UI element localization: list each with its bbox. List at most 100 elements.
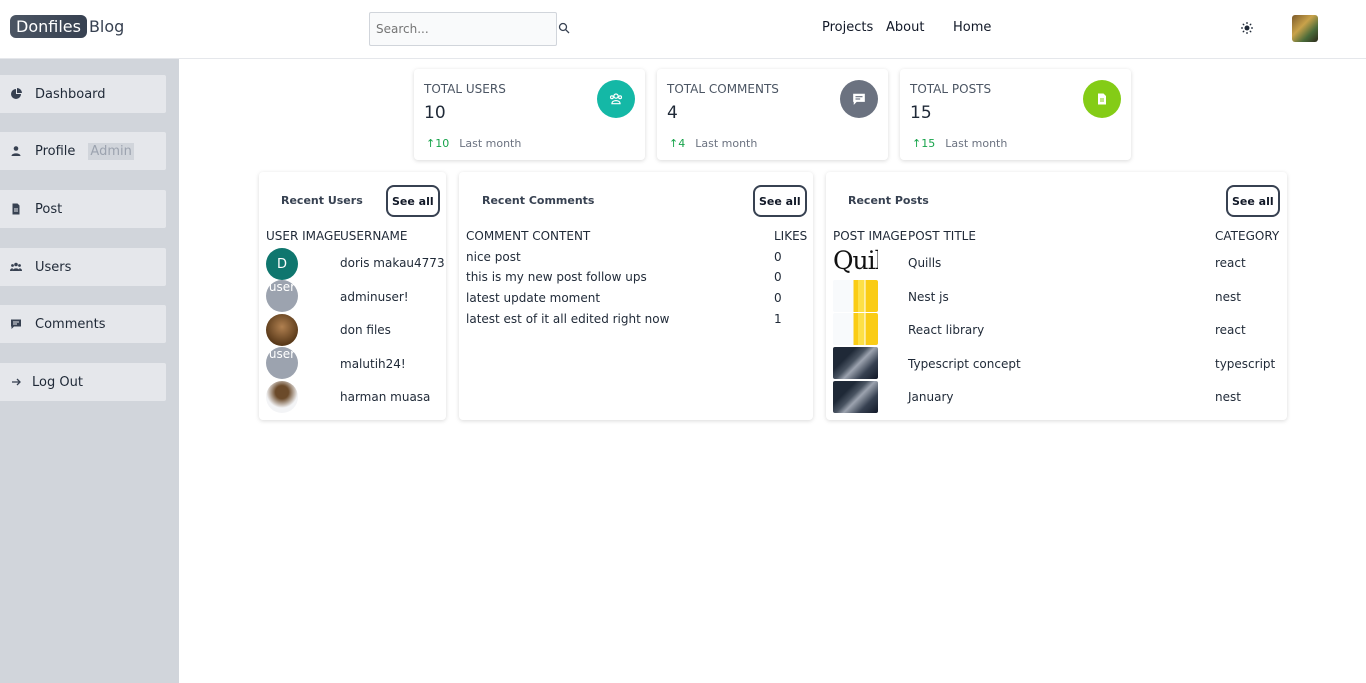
- post-category: react: [1215, 256, 1246, 270]
- see-all-users-button[interactable]: See all: [386, 185, 440, 217]
- stat-title: TOTAL COMMENTS: [667, 82, 779, 96]
- post-title: January: [908, 390, 954, 404]
- panel-title: Recent Posts: [848, 194, 929, 207]
- search-input[interactable]: [369, 12, 557, 46]
- post-category: nest: [1215, 390, 1241, 404]
- arrow-right-icon: [12, 378, 21, 386]
- sidebar-item-logout[interactable]: Log Out: [0, 363, 166, 401]
- stat-delta: ↑4: [669, 137, 686, 150]
- post-thumbnail: [833, 280, 878, 312]
- post-category: typescript: [1215, 357, 1276, 371]
- document-icon: [12, 203, 20, 215]
- pie-chart-icon: [11, 88, 22, 99]
- comment-icon: [853, 93, 865, 105]
- see-all-posts-button[interactable]: See all: [1226, 185, 1280, 217]
- nav-projects[interactable]: Projects: [822, 20, 873, 35]
- top-header: Donfiles Blog Projects About Home: [0, 0, 1366, 59]
- avatar: user: [266, 347, 298, 379]
- stat-title: TOTAL POSTS: [910, 82, 992, 96]
- post-title: Nest js: [908, 290, 949, 304]
- post-thumbnail: [833, 313, 878, 345]
- sidebar-item-label: Profile: [35, 143, 76, 159]
- user-avatar[interactable]: [1292, 15, 1318, 42]
- post-category: react: [1215, 323, 1246, 337]
- comment-likes: 1: [774, 312, 782, 326]
- stat-value: 4: [667, 103, 678, 123]
- stat-footer: ↑4 Last month: [669, 137, 757, 150]
- sidebar-item-label: Log Out: [32, 374, 83, 390]
- user-icon: [11, 146, 21, 156]
- sidebar-item-comments[interactable]: Comments: [0, 305, 166, 343]
- sidebar-item-label: Users: [35, 259, 72, 275]
- username: harman muasa: [340, 390, 431, 404]
- column-header: POST TITLE: [908, 229, 976, 243]
- stat-delta: ↑15: [912, 137, 936, 150]
- post-title: Quills: [908, 256, 942, 270]
- avatar: user: [266, 280, 298, 312]
- post-thumbnail: [833, 381, 878, 413]
- stat-period: Last month: [945, 137, 1008, 150]
- stat-card-users: TOTAL USERS 10 ↑10 Last month: [414, 69, 645, 160]
- column-header: CATEGORY: [1215, 229, 1280, 243]
- document-icon: [1098, 93, 1106, 105]
- sidebar-item-profile[interactable]: Profile Admin: [0, 132, 166, 170]
- sidebar-item-post[interactable]: Post: [0, 190, 166, 228]
- sidebar-item-label: Post: [35, 201, 63, 217]
- recent-users-panel: Recent Users See all USER IMAGE USERNAME…: [259, 172, 446, 420]
- sidebar-item-dashboard[interactable]: Dashboard: [0, 75, 166, 113]
- post-thumbnail: [833, 347, 878, 379]
- recent-posts-panel: Recent Posts See all POST IMAGE POST TIT…: [826, 172, 1287, 420]
- logo-box: Donfiles: [10, 15, 87, 38]
- avatar: D: [266, 248, 298, 280]
- comment-likes: 0: [774, 291, 782, 305]
- username: malutih24!: [340, 357, 406, 371]
- post-category: nest: [1215, 290, 1241, 304]
- column-header: COMMENT CONTENT: [466, 229, 591, 243]
- stat-icon-circle: [597, 80, 635, 118]
- post-title: React library: [908, 323, 985, 337]
- sidebar: Dashboard Profile Admin Post Users Comme…: [0, 59, 179, 683]
- site-logo[interactable]: Donfiles Blog: [10, 15, 124, 38]
- search-icon[interactable]: [558, 22, 570, 34]
- stat-delta: ↑10: [426, 137, 450, 150]
- avatar: [266, 381, 298, 413]
- stat-card-posts: TOTAL POSTS 15 ↑15 Last month: [900, 69, 1131, 160]
- column-header: POST IMAGE: [833, 229, 908, 243]
- column-header: USER IMAGE: [266, 229, 341, 243]
- stat-icon-circle: [1083, 80, 1121, 118]
- users-icon: [10, 262, 22, 271]
- sidebar-item-users[interactable]: Users: [0, 248, 166, 286]
- nav-about[interactable]: About: [886, 20, 924, 35]
- avatar: [266, 314, 298, 346]
- recent-comments-panel: Recent Comments See all COMMENT CONTENT …: [459, 172, 813, 420]
- post-title: Typescript concept: [908, 357, 1021, 371]
- role-badge: Admin: [88, 142, 134, 160]
- stat-icon-circle: [840, 80, 878, 118]
- comment-likes: 0: [774, 250, 782, 264]
- comment-content: nice post: [466, 250, 521, 264]
- panel-title: Recent Users: [281, 194, 363, 207]
- comment-content: this is my new post follow ups: [466, 270, 647, 284]
- stat-footer: ↑15 Last month: [912, 137, 1007, 150]
- sun-icon[interactable]: [1241, 22, 1253, 34]
- comment-content: latest est of it all edited right now: [466, 312, 670, 326]
- nav-home[interactable]: Home: [953, 20, 991, 35]
- username: don files: [340, 323, 391, 337]
- stat-title: TOTAL USERS: [424, 82, 506, 96]
- stat-period: Last month: [459, 137, 522, 150]
- username: doris makau4773: [340, 256, 445, 270]
- post-thumbnail: Quill: [833, 246, 878, 278]
- users-icon: [609, 93, 623, 105]
- sidebar-item-label: Dashboard: [35, 86, 106, 102]
- username: adminuser!: [340, 290, 409, 304]
- panel-title: Recent Comments: [482, 194, 595, 207]
- stat-period: Last month: [695, 137, 758, 150]
- column-header: USERNAME: [340, 229, 408, 243]
- sidebar-item-label: Comments: [35, 316, 106, 332]
- stat-value: 10: [424, 103, 446, 123]
- comment-icon: [11, 319, 21, 329]
- stat-value: 15: [910, 103, 932, 123]
- see-all-comments-button[interactable]: See all: [753, 185, 807, 217]
- comment-likes: 0: [774, 270, 782, 284]
- logo-text: Blog: [88, 17, 125, 36]
